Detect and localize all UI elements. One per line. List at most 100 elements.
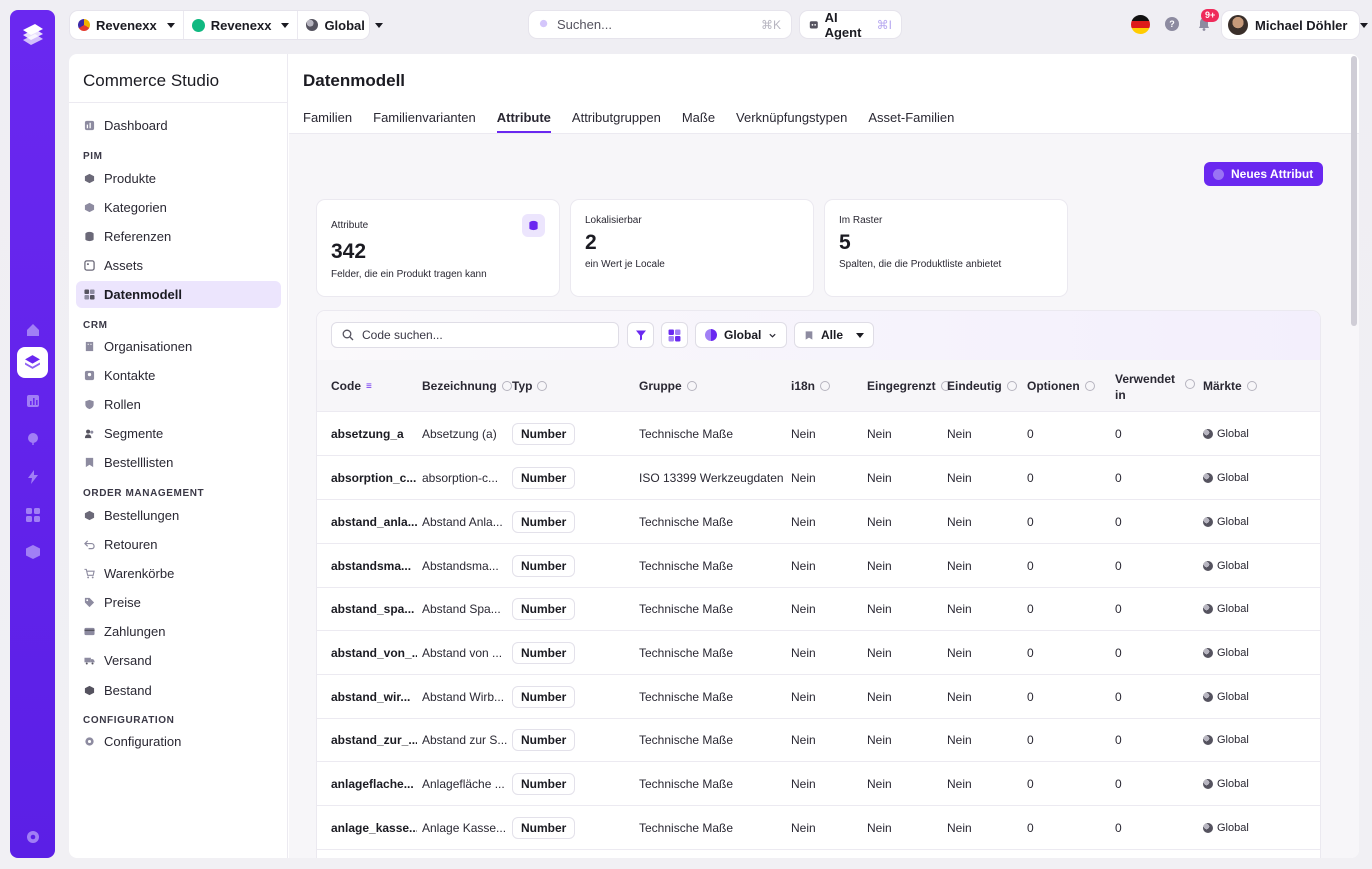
column-header-optionen[interactable]: Optionen: [1027, 379, 1095, 393]
sidebar-item-zahlungen[interactable]: Zahlungen: [76, 618, 281, 645]
cell-code: abstand_wir...: [331, 675, 417, 719]
truck-icon: [84, 657, 95, 665]
sidebar-item-datenmodell[interactable]: Datenmodell: [76, 281, 281, 308]
box-icon[interactable]: [17, 536, 48, 567]
cell-eingegrenzt-text: Nein: [867, 515, 892, 529]
sidebar-item-retouren[interactable]: Retouren: [76, 531, 281, 558]
column-header-maerkte[interactable]: Märkte: [1203, 379, 1257, 393]
stat-value: 342: [331, 240, 367, 263]
tab-familienvarianten[interactable]: Familienvarianten: [373, 110, 476, 133]
column-header-bezeichnung[interactable]: Bezeichnung: [422, 379, 512, 393]
cell-maerkte: Global: [1203, 675, 1249, 719]
user-menu[interactable]: Michael Döhler: [1222, 11, 1369, 39]
tab-verknuepfungstypen[interactable]: Verknüpfungstypen: [736, 110, 847, 133]
sidebar-item-warenkoerbe[interactable]: Warenkörbe: [76, 560, 281, 587]
sidebar-item-kontakte[interactable]: Kontakte: [76, 362, 281, 389]
sidebar-item-bestellungen[interactable]: Bestellungen: [76, 502, 281, 529]
column-header-gruppe[interactable]: Gruppe: [639, 379, 697, 393]
app-logo-icon[interactable]: [19, 20, 47, 48]
scope-selector[interactable]: Global: [297, 11, 390, 39]
code-search-input[interactable]: Code suchen...: [331, 322, 619, 348]
column-header-verwendet-in[interactable]: Verwendet in: [1115, 371, 1195, 403]
column-header-i18n[interactable]: i18n: [791, 379, 831, 393]
table-row[interactable]: anlage_kasse... Anlage Kasse... Number Tech…: [317, 806, 1320, 850]
sidebar-item-versand[interactable]: Versand: [76, 647, 281, 674]
table-row[interactable]: absorption_c... absorption-c... Number ISO …: [317, 456, 1320, 500]
bookmark-icon: [805, 330, 813, 340]
cell-bezeichnung-text: absorption-c...: [422, 471, 499, 485]
search-shortcut: ⌘K: [760, 17, 781, 32]
bolt-icon[interactable]: [17, 461, 48, 492]
sidebar-item-organisationen[interactable]: Organisationen: [76, 333, 281, 360]
sidebar-item-bestand[interactable]: Bestand: [76, 677, 281, 704]
sidebar-item-configuration[interactable]: Configuration: [76, 728, 281, 755]
cell-eingegrenzt: Nein: [867, 806, 892, 850]
tenant-selector-2[interactable]: Revenexx: [182, 11, 298, 39]
table-row[interactable]: absetzung_a Absetzung (a) Number Technische…: [317, 412, 1320, 456]
tenant-status-icon: [191, 18, 205, 32]
help-icon[interactable]: ?: [1165, 17, 1179, 31]
sidebar-item-kategorien[interactable]: Kategorien: [76, 194, 281, 221]
all-filter-select[interactable]: Alle: [794, 322, 875, 348]
cell-optionen-text: 0: [1027, 427, 1034, 441]
cell-gruppe: Technische Maße: [639, 718, 733, 762]
ai-agent-button[interactable]: AI Agent ⌘I: [800, 10, 901, 40]
column-header-typ[interactable]: Typ: [512, 379, 548, 393]
sidebar-item-segmente[interactable]: Segmente: [76, 420, 281, 447]
tab-attributgruppen[interactable]: Attributgruppen: [572, 110, 661, 133]
cell-verwendet-in-text: 0: [1115, 471, 1122, 485]
tab-attribute[interactable]: Attribute: [496, 110, 551, 133]
cell-gruppe-text: ISO 13399 Werkzeugdaten: [639, 471, 784, 485]
scope-label: Global: [324, 17, 365, 33]
table-row[interactable]: abstand_spa... Abstand Spa... Number Techni…: [317, 587, 1320, 631]
cell-code: abstand_von_...: [331, 631, 417, 675]
sidebar-item-produkte[interactable]: Produkte: [76, 165, 281, 192]
sidebar-item-label: Kontakte: [104, 368, 156, 383]
tenant-selector-1[interactable]: Revenexx: [70, 11, 183, 39]
table-row[interactable]: anlageflache... Anlagefläche ... Number Tec…: [317, 762, 1320, 806]
table-row[interactable]: abstand_wir... Abstand Wirb... Number Techn…: [317, 675, 1320, 719]
location-icon[interactable]: [17, 423, 48, 454]
settings-gear-icon[interactable]: [17, 821, 48, 852]
table-row[interactable]: abstand_von_... Abstand von ... Number Tech…: [317, 631, 1320, 675]
cell-bezeichnung: Abstand Spa...: [422, 587, 508, 631]
column-header-eindeutig[interactable]: Eindeutig: [947, 379, 1017, 393]
home-icon[interactable]: [17, 314, 48, 345]
apps-icon[interactable]: [17, 499, 48, 530]
new-attribute-button[interactable]: Neues Attribut: [1204, 162, 1324, 186]
cell-eingegrenzt: Nein: [867, 412, 892, 456]
tab-familien[interactable]: Familien: [303, 110, 352, 133]
cell-typ: Number: [512, 587, 576, 631]
german-flag-icon[interactable]: [1131, 15, 1150, 34]
table-row[interactable]: abstand_anla... Abstand Anla... Number Tech…: [317, 500, 1320, 544]
columns-button[interactable]: [661, 322, 688, 348]
column-header-code[interactable]: Code ≡: [331, 379, 372, 393]
cell-maerkte: Global: [1203, 544, 1249, 588]
column-header-eingegrenzt[interactable]: Eingegrenzt: [867, 379, 951, 393]
sidebar-item-dashboard[interactable]: Dashboard: [76, 112, 281, 139]
scope-filter-select[interactable]: Global: [695, 322, 788, 348]
cell-bezeichnung-text: Anlage Kasse...: [422, 821, 507, 835]
sidebar-item-assets[interactable]: Assets: [76, 252, 281, 279]
sidebar-item-preise[interactable]: Preise: [76, 589, 281, 616]
tab-masse[interactable]: Maße: [682, 110, 715, 133]
stat-subtitle: Spalten, die die Produktliste anbietet: [839, 259, 1002, 270]
sidebar-item-bestelllisten[interactable]: Bestelllisten: [76, 449, 281, 476]
table-row[interactable]: abstandsma... Abstandsma... Number Technisc…: [317, 544, 1320, 588]
sort-icon[interactable]: ≡: [366, 381, 372, 392]
tab-asset-familien[interactable]: Asset-Familien: [868, 110, 954, 133]
global-search-input[interactable]: Suchen... ⌘K: [529, 11, 791, 38]
type-badge: Number: [512, 686, 576, 708]
scrollbar[interactable]: [1351, 56, 1357, 326]
globe-icon: [1203, 604, 1213, 614]
sidebar-item-referenzen[interactable]: Referenzen: [76, 223, 281, 250]
filter-button[interactable]: [627, 322, 654, 348]
cell-i18n-text: Nein: [791, 646, 816, 660]
analytics-icon[interactable]: [17, 385, 48, 416]
cell-i18n: Nein: [791, 412, 816, 456]
sidebar-item-rollen[interactable]: Rollen: [76, 391, 281, 418]
table-row[interactable]: abstand_zur_... Abstand zur S... Number Tec…: [317, 718, 1320, 762]
sidebar-item-label: Kategorien: [104, 200, 167, 215]
cart-icon: [84, 568, 95, 579]
layers-icon[interactable]: [17, 347, 48, 378]
